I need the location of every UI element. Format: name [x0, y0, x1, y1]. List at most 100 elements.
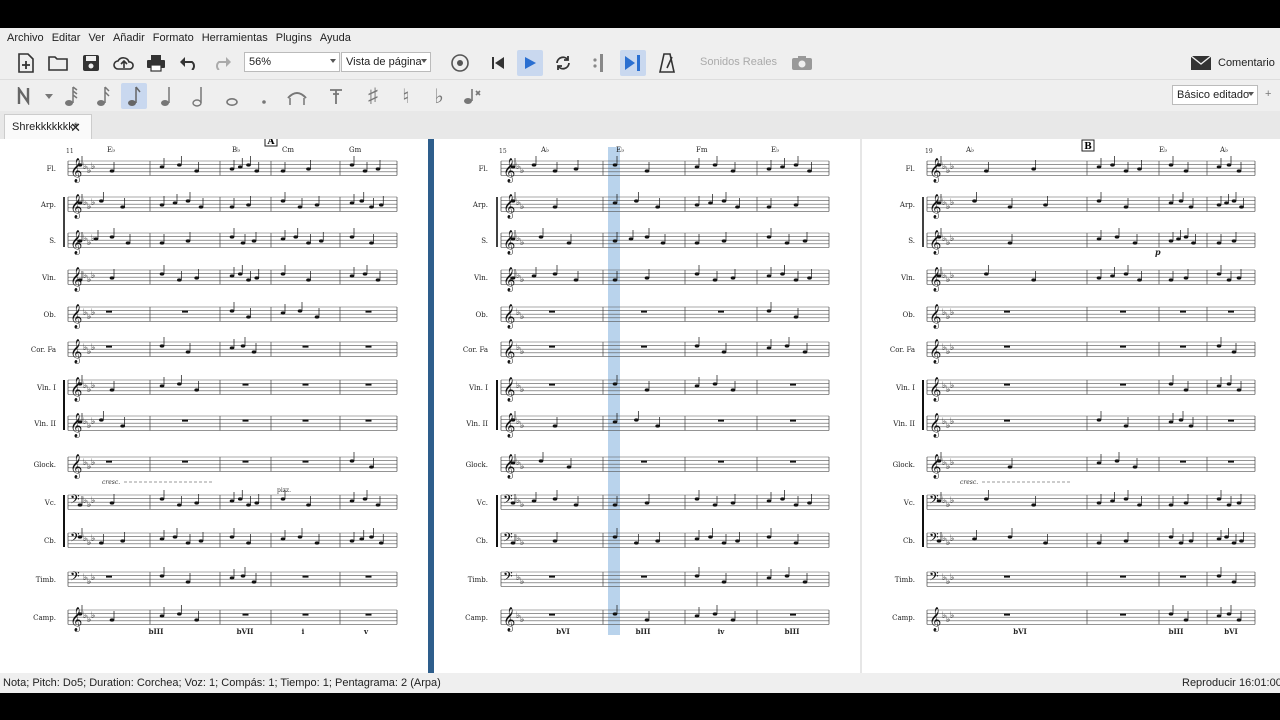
note-head — [1216, 384, 1222, 388]
measure-number: 11 — [66, 148, 74, 155]
rewind-icon[interactable] — [485, 50, 511, 76]
note-head — [1132, 241, 1138, 245]
menu-ayuda[interactable]: Ayuda — [316, 32, 355, 44]
add-workspace-button[interactable]: + — [1265, 88, 1271, 100]
note-head — [708, 535, 713, 539]
sixteenth-note-icon[interactable] — [90, 83, 116, 109]
note-head — [793, 278, 799, 282]
rest-icon[interactable] — [323, 83, 349, 109]
note-head — [159, 272, 165, 276]
key-signature-flat: ♭ — [950, 233, 954, 243]
workspace-select[interactable]: Básico editado — [1172, 85, 1258, 105]
note-head — [1216, 272, 1222, 276]
menu-editar[interactable]: Editar — [48, 32, 85, 44]
play-repeats-icon[interactable] — [620, 50, 646, 76]
note-head — [93, 237, 99, 241]
note-head — [375, 503, 381, 507]
quarter-note-icon[interactable] — [154, 83, 180, 109]
score-tab[interactable]: Shrekkkkkkk* ✕ — [4, 114, 92, 139]
whole-note-icon[interactable] — [219, 83, 245, 109]
mixer-dial-icon[interactable] — [447, 50, 473, 76]
note-head — [1239, 205, 1244, 209]
envelope-icon[interactable] — [1188, 50, 1214, 76]
key-signature-flat: ♭ — [950, 197, 954, 207]
note-head — [237, 165, 243, 169]
flip-direction-icon[interactable] — [459, 83, 485, 109]
treble-clef: 𝄞 — [929, 454, 941, 479]
score-page-1: 11 A E♭ B♭ Cm Gm Fl. 𝄞 ♭ ♭ ♭ Arp. 𝄞 ♭ ♭ ♭ S. 𝄞 ♭ ♭ ♭ Vln. 𝄞 ♭ ♭ ♭… — [0, 134, 428, 673]
note-head — [185, 350, 191, 354]
note-head — [1007, 241, 1013, 245]
tie-icon[interactable] — [284, 83, 310, 109]
system-measures-15-18[interactable]: 15 A♭ E♭ Fm E♭ Fl. 𝄞 ♭ ♭ Arp. 𝄞 ♭ ♭ S. 𝄞 ♭ ♭ Vln. 𝄞 ♭ ♭ Ob. 𝄞 ♭… — [434, 139, 860, 673]
note-head — [198, 205, 204, 209]
note-head — [802, 239, 808, 243]
roman-numeral: bIII — [149, 627, 164, 636]
half-note-icon[interactable] — [186, 83, 212, 109]
view-mode-select[interactable]: Vista de página — [341, 52, 431, 72]
play-icon[interactable] — [517, 50, 543, 76]
note-head — [185, 580, 191, 584]
save-icon[interactable] — [78, 50, 104, 76]
key-signature-flat: ♭ — [91, 533, 95, 543]
new-score-icon[interactable] — [13, 50, 39, 76]
flat-icon[interactable]: ♭ — [426, 83, 452, 109]
print-icon[interactable] — [143, 50, 169, 76]
close-icon[interactable]: ✕ — [70, 120, 81, 136]
key-signature-flat: ♭ — [520, 384, 524, 394]
whole-rest — [790, 613, 796, 616]
note-head — [349, 539, 355, 543]
note-head — [1123, 424, 1129, 428]
score-canvas[interactable]: 11 A E♭ B♭ Cm Gm Fl. 𝄞 ♭ ♭ ♭ Arp. 𝄞 ♭ ♭ ♭ S. 𝄞 ♭ ♭ ♭ Vln. 𝄞 ♭ ♭ ♭… — [0, 134, 1280, 673]
zoom-select[interactable]: 56% — [244, 52, 340, 72]
comment-label[interactable]: Comentario — [1218, 57, 1275, 69]
menu-formato[interactable]: Formato — [149, 32, 198, 44]
menu-herramientas[interactable]: Herramientas — [198, 32, 272, 44]
whole-rest — [790, 460, 796, 463]
whole-rest — [1120, 345, 1126, 348]
menu-anadir[interactable]: Añadir — [109, 32, 149, 44]
sixtyfourth-note-icon[interactable] — [58, 83, 84, 109]
note-head — [159, 203, 165, 207]
instrument-label: Cb. — [476, 537, 488, 545]
real-sounds-label[interactable]: Sonidos Reales — [700, 56, 777, 68]
note-head — [660, 241, 666, 245]
loop-icon[interactable] — [550, 50, 576, 76]
system-measures-11-14[interactable]: 11 A E♭ B♭ Cm Gm Fl. 𝄞 ♭ ♭ ♭ Arp. 𝄞 ♭ ♭ ♭ S. 𝄞 ♭ ♭ ♭ Vln. 𝄞 ♭ ♭ ♭… — [0, 134, 428, 673]
note-head — [1183, 169, 1189, 173]
note-head — [109, 276, 115, 280]
redo-icon[interactable] — [209, 50, 235, 76]
note-head — [766, 235, 772, 239]
key-signature-flat: ♭ — [91, 495, 95, 505]
note-head — [566, 465, 572, 469]
system-measures-19-22[interactable]: 19 B A♭ E♭ A♭ Fl. 𝄞 ♭ ♭ ♭ Arp. 𝄞 ♭ ♭ ♭ S. 𝄞 ♭ ♭ ♭ Vln. 𝄞 ♭ ♭ ♭ Ob… — [862, 139, 1280, 673]
loop-in-icon[interactable] — [585, 50, 611, 76]
note-head — [793, 203, 799, 207]
note-head — [1216, 614, 1222, 618]
eighth-note-icon[interactable] — [121, 83, 147, 109]
open-folder-icon[interactable] — [45, 50, 71, 76]
menu-archivo[interactable]: Archivo — [0, 32, 48, 44]
note-head — [1188, 424, 1194, 428]
note-head — [1224, 201, 1229, 205]
menu-ver[interactable]: Ver — [84, 32, 109, 44]
camera-icon[interactable] — [789, 50, 815, 76]
sharp-icon[interactable]: ♯ — [360, 83, 386, 109]
note-head — [77, 612, 83, 616]
menu-plugins[interactable]: Plugins — [272, 32, 316, 44]
instrument-label: Vc. — [476, 499, 488, 507]
key-signature-flat: ♭ — [91, 380, 95, 390]
metronome-icon[interactable] — [654, 50, 680, 76]
bass-clef: 𝄢 — [929, 530, 939, 548]
augmentation-dot-icon[interactable] — [251, 83, 277, 109]
whole-rest — [302, 460, 309, 463]
cloud-upload-icon[interactable] — [111, 50, 137, 76]
natural-icon[interactable]: ♮ — [393, 83, 419, 109]
instrument-label: Vln. — [473, 274, 488, 282]
note-head — [1216, 165, 1222, 169]
note-head — [1236, 276, 1242, 280]
undo-icon[interactable] — [176, 50, 202, 76]
note-head — [1114, 235, 1120, 239]
note-head — [984, 497, 989, 501]
note-head — [1231, 580, 1237, 584]
